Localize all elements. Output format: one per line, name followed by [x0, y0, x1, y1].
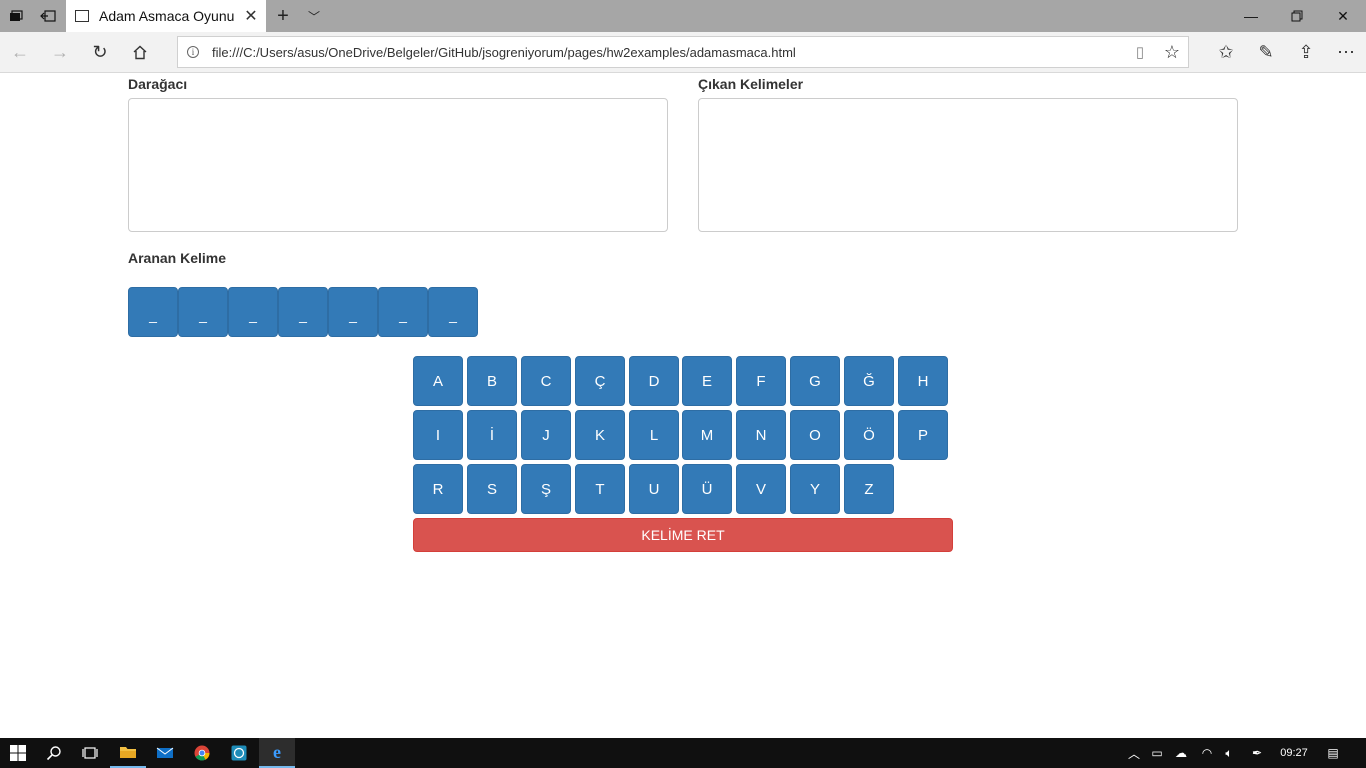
- file-explorer-icon[interactable]: [110, 738, 146, 768]
- close-window-icon[interactable]: ✕: [1320, 0, 1366, 32]
- edge-icon[interactable]: e: [259, 738, 295, 768]
- restore-icon[interactable]: [1274, 0, 1320, 32]
- letter-slot: _: [228, 287, 278, 337]
- page-icon: [75, 10, 89, 22]
- letter-key-l[interactable]: L: [629, 410, 679, 460]
- letter-key-r[interactable]: R: [413, 464, 463, 514]
- search-icon[interactable]: [36, 738, 72, 768]
- letter-slot: _: [278, 287, 328, 337]
- letter-key-n[interactable]: N: [736, 410, 786, 460]
- windows-start-icon[interactable]: [0, 738, 36, 768]
- letter-key-b[interactable]: B: [467, 356, 517, 406]
- letter-key-t[interactable]: T: [575, 464, 625, 514]
- web-note-pen-icon[interactable]: ✎: [1248, 36, 1284, 68]
- letter-slot: _: [328, 287, 378, 337]
- url-text[interactable]: file:///C:/Users/asus/OneDrive/Belgeler/…: [208, 45, 1124, 60]
- letter-key-g[interactable]: G: [790, 356, 840, 406]
- volume-icon[interactable]: 🔈︎: [1218, 738, 1240, 768]
- letter-key-s[interactable]: S: [467, 464, 517, 514]
- browser-tab[interactable]: Adam Asmaca Oyunu ✕: [66, 0, 266, 32]
- letter-key-c[interactable]: C: [521, 356, 571, 406]
- letter-key-s-cedilla[interactable]: Ş: [521, 464, 571, 514]
- favorites-hub-icon[interactable]: ✩: [1208, 36, 1244, 68]
- task-view-icon[interactable]: [72, 738, 108, 768]
- chrome-icon[interactable]: [184, 738, 220, 768]
- letter-key-k[interactable]: K: [575, 410, 625, 460]
- whatsapp-icon[interactable]: [221, 738, 257, 768]
- letter-key-e[interactable]: E: [682, 356, 732, 406]
- letter-key-g-breve[interactable]: Ğ: [844, 356, 894, 406]
- chevron-down-icon[interactable]: ﹀: [300, 0, 328, 32]
- taskbar: e ︿ ▭ ☁ ◠ 🔈︎ ✒ 09:27 ▤: [0, 738, 1366, 768]
- info-icon[interactable]: i: [178, 46, 208, 58]
- used-words-panel: [698, 98, 1238, 232]
- new-tab-icon[interactable]: +: [270, 0, 296, 32]
- letter-key-y[interactable]: Y: [790, 464, 840, 514]
- letter-key-a[interactable]: A: [413, 356, 463, 406]
- more-options-icon[interactable]: ⋯: [1328, 36, 1364, 68]
- favorite-star-icon[interactable]: ☆: [1156, 42, 1188, 63]
- minimize-icon[interactable]: —: [1228, 0, 1274, 32]
- letter-slot: _: [178, 287, 228, 337]
- letter-key-u[interactable]: U: [629, 464, 679, 514]
- letter-key-m[interactable]: M: [682, 410, 732, 460]
- letter-slot: _: [128, 287, 178, 337]
- pen-workspace-icon[interactable]: ✒: [1246, 738, 1268, 768]
- tab-actions-icon[interactable]: [0, 0, 32, 32]
- notifications-icon[interactable]: ▤: [1322, 738, 1344, 768]
- address-bar[interactable]: i file:///C:/Users/asus/OneDrive/Belgele…: [177, 36, 1189, 68]
- tab-title: Adam Asmaca Oyunu: [99, 8, 235, 24]
- letter-key-h[interactable]: H: [898, 356, 948, 406]
- letter-slot: _: [428, 287, 478, 337]
- letter-key-u-umlaut[interactable]: Ü: [682, 464, 732, 514]
- close-tab-icon[interactable]: ✕: [236, 6, 266, 26]
- letter-key-v[interactable]: V: [736, 464, 786, 514]
- letter-key-j[interactable]: J: [521, 410, 571, 460]
- navigation-bar: ← → ↻ i file:///C:/Users/asus/OneDrive/B…: [0, 32, 1366, 73]
- target-word-label: Aranan Kelime: [128, 250, 227, 266]
- forward-icon[interactable]: →: [42, 36, 78, 68]
- letter-key-c-cedilla[interactable]: Ç: [575, 356, 625, 406]
- letter-key-dotless-i[interactable]: I: [413, 410, 463, 460]
- letter-key-dotted-i[interactable]: İ: [467, 410, 517, 460]
- battery-icon[interactable]: ▭: [1146, 738, 1168, 768]
- page-content: Darağacı Çıkan Kelimeler Aranan Kelime _…: [0, 73, 1366, 738]
- gallows-label: Darağacı: [128, 76, 188, 92]
- gallows-panel: [128, 98, 668, 232]
- used-words-label: Çıkan Kelimeler: [698, 76, 804, 92]
- mail-icon[interactable]: [147, 738, 183, 768]
- letter-key-p[interactable]: P: [898, 410, 948, 460]
- title-bar: Adam Asmaca Oyunu ✕ + ﹀ — ✕: [0, 0, 1366, 32]
- home-icon[interactable]: [122, 36, 158, 68]
- letter-key-o-umlaut[interactable]: Ö: [844, 410, 894, 460]
- letter-key-z[interactable]: Z: [844, 464, 894, 514]
- wifi-icon[interactable]: ◠: [1196, 738, 1218, 768]
- letter-key-o[interactable]: O: [790, 410, 840, 460]
- refresh-icon[interactable]: ↻: [82, 36, 118, 68]
- letter-key-d[interactable]: D: [629, 356, 679, 406]
- clock[interactable]: 09:27: [1274, 738, 1314, 768]
- reading-view-icon[interactable]: ▯: [1124, 43, 1156, 61]
- reject-word-button[interactable]: KELİME RET: [413, 518, 953, 552]
- letter-key-f[interactable]: F: [736, 356, 786, 406]
- set-tabs-aside-icon[interactable]: [32, 0, 64, 32]
- show-hidden-icons-icon[interactable]: ︿: [1123, 738, 1145, 768]
- share-icon[interactable]: ⇪: [1288, 36, 1324, 68]
- back-icon[interactable]: ←: [2, 36, 38, 68]
- onedrive-icon[interactable]: ☁: [1170, 738, 1192, 768]
- letter-slot: _: [378, 287, 428, 337]
